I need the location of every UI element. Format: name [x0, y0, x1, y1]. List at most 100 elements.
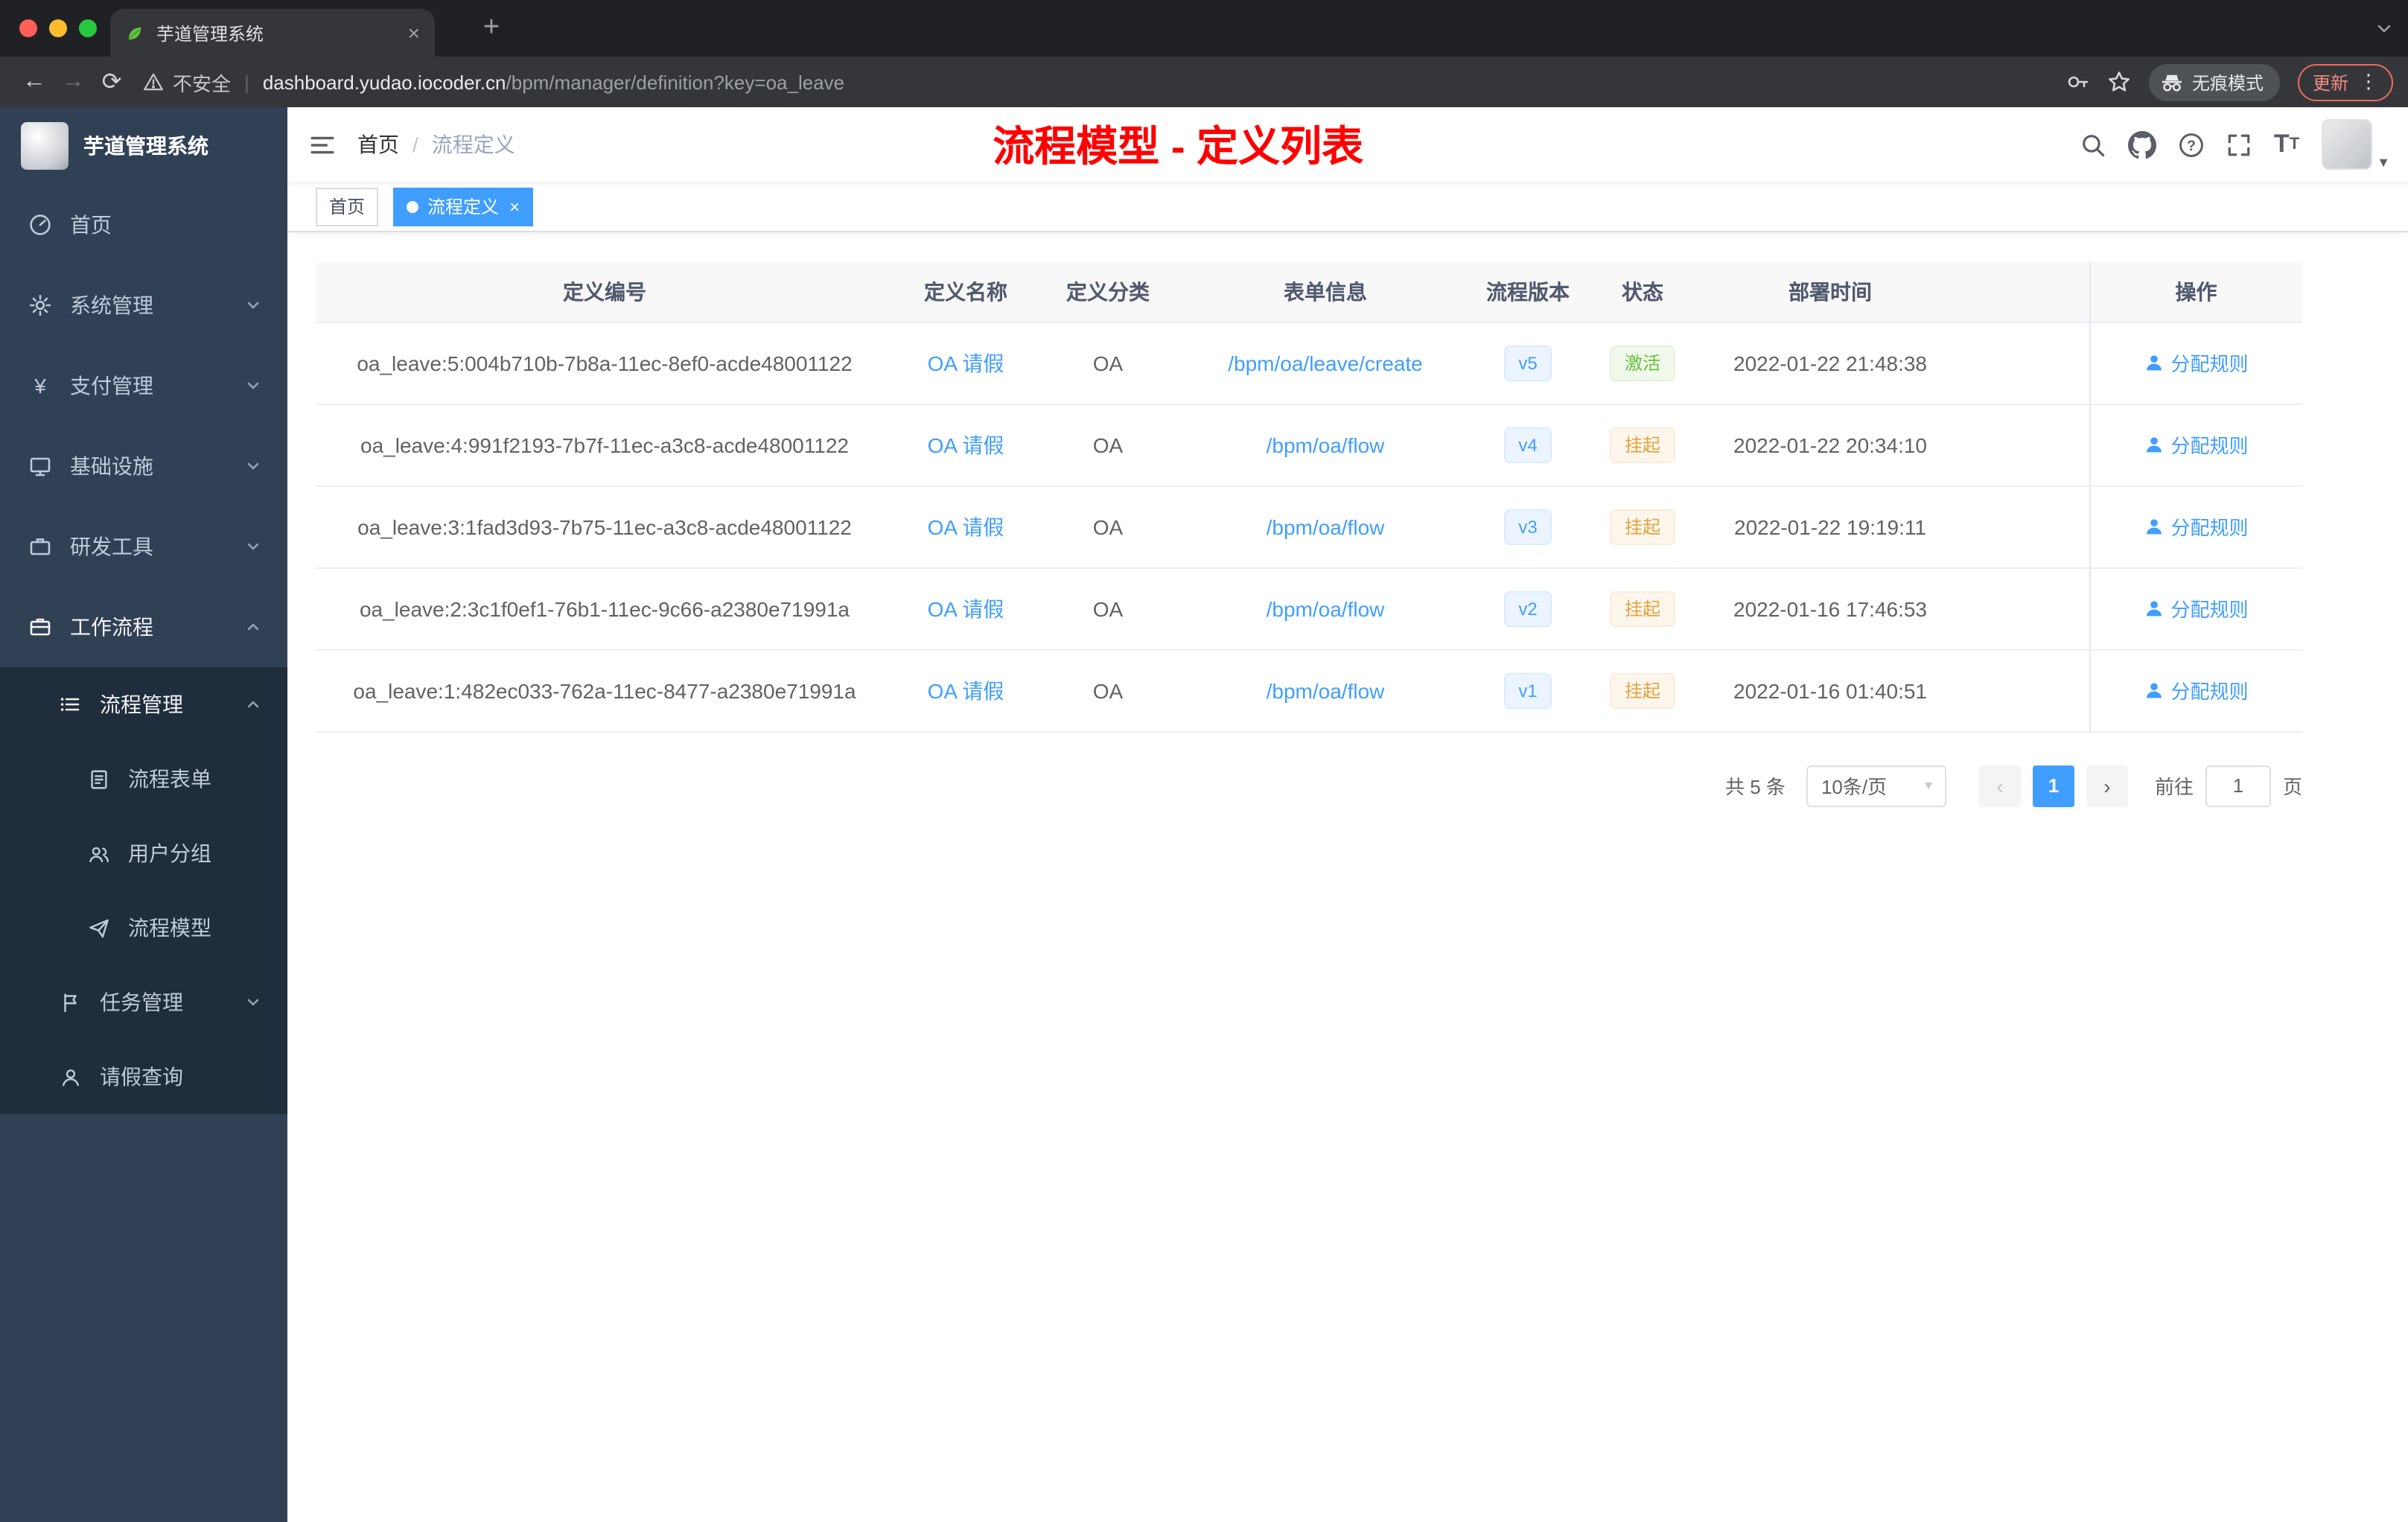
fullscreen-icon[interactable]	[2226, 132, 2252, 157]
goto-label: 前往	[2154, 776, 2194, 798]
tab-title: 芋道管理系统	[156, 23, 264, 44]
assign-rule-link[interactable]: 分配规则	[2144, 512, 2249, 541]
new-tab-button[interactable]: +	[474, 10, 509, 46]
sidebar-item-payment-management[interactable]: ¥ 支付管理	[0, 346, 287, 426]
sidebar-item-label: 流程模型	[128, 916, 211, 940]
chevron-up-icon	[246, 697, 261, 712]
sidebar-item-label: 流程管理	[100, 692, 183, 716]
yen-icon: ¥	[34, 374, 46, 398]
row-spacer	[1958, 649, 2089, 732]
tag-process-definition[interactable]: 流程定义 ×	[393, 187, 534, 226]
definition-name-link[interactable]: OA 请假	[928, 596, 1004, 620]
assign-rule-link[interactable]: 分配规则	[2144, 594, 2249, 623]
sidebar-item-process-management[interactable]: 流程管理	[0, 667, 287, 742]
update-label: 更新	[2312, 72, 2348, 93]
prev-page-button[interactable]: ‹	[1978, 765, 2021, 806]
avatar[interactable]	[2322, 119, 2373, 170]
page-goto-input[interactable]	[2205, 765, 2271, 806]
sidebar-item-label: 基础设施	[70, 454, 153, 478]
maximize-window-button[interactable]	[79, 19, 97, 37]
sidebar-collapse-icon[interactable]	[287, 132, 357, 157]
bookmark-star-icon[interactable]	[2107, 70, 2131, 94]
github-icon[interactable]	[2127, 130, 2156, 159]
sidebar-item-process-form[interactable]: 流程表单	[0, 742, 287, 816]
svg-text:?: ?	[2187, 138, 2196, 153]
main-area: 首页 / 流程定义 流程模型 - 定义列表 ? TT ▼ 首页 流程定义 × 定…	[287, 107, 2408, 1522]
select-chevron-down-icon: ▼	[1923, 779, 1934, 792]
user-icon	[2146, 519, 2162, 535]
sidebar-logo-row[interactable]: 芋道管理系统	[0, 107, 287, 185]
tag-label: 流程定义	[427, 197, 500, 217]
page-size-select[interactable]: 10条/页 ▼	[1806, 765, 1946, 806]
security-indicator[interactable]: 不安全	[143, 68, 231, 96]
font-size-icon[interactable]: TT	[2274, 130, 2299, 159]
search-icon[interactable]	[2080, 132, 2106, 157]
chevron-down-icon	[246, 539, 261, 554]
definition-name-link[interactable]: OA 请假	[928, 351, 1004, 375]
assign-rule-link[interactable]: 分配规则	[2144, 676, 2249, 704]
form-link[interactable]: /bpm/oa/flow	[1267, 678, 1385, 702]
minimize-window-button[interactable]	[49, 19, 67, 37]
sidebar-item-dev-tools[interactable]: 研发工具	[0, 506, 287, 587]
page-content: 定义编号 定义名称 定义分类 表单信息 流程版本 状态 部署时间 操作 oa_l…	[287, 232, 2408, 1522]
sidebar-item-label: 支付管理	[70, 374, 153, 398]
chevron-down-icon	[246, 298, 261, 313]
definition-name-link[interactable]: OA 请假	[928, 678, 1004, 702]
back-button[interactable]: ←	[15, 63, 54, 101]
sidebar-item-label: 研发工具	[70, 535, 153, 558]
sidebar-item-label: 用户分组	[128, 841, 211, 865]
column-header: 定义名称	[894, 262, 1038, 322]
pagination: 共 5 条 10条/页 ▼ ‹ 1 › 前往 页	[316, 765, 2302, 806]
password-key-icon[interactable]	[2065, 70, 2089, 94]
column-header: 状态	[1583, 262, 1702, 322]
sidebar-item-process-model[interactable]: 流程模型	[0, 891, 287, 965]
tag-home[interactable]: 首页	[316, 187, 379, 226]
table-row: oa_leave:1:482ec033-762a-11ec-8477-a2380…	[316, 649, 2302, 732]
browser-tab[interactable]: 芋道管理系统 ×	[110, 9, 435, 57]
browser-update-button[interactable]: 更新 ⋮	[2297, 63, 2393, 101]
users-icon	[85, 842, 112, 865]
sidebar-item-home[interactable]: 首页	[0, 185, 287, 265]
user-icon	[2146, 355, 2162, 371]
address-bar[interactable]: dashboard.yudao.iocoder.cn/bpm/manager/d…	[263, 71, 2051, 93]
sidebar-item-system-management[interactable]: 系统管理	[0, 265, 287, 346]
chevron-up-icon	[246, 620, 261, 634]
status-badge: 挂起	[1609, 509, 1675, 544]
breadcrumb-home[interactable]: 首页	[357, 130, 399, 159]
row-spacer	[1958, 322, 2089, 404]
tab-overflow-chevron-icon[interactable]	[2375, 19, 2393, 37]
sidebar-item-workflow[interactable]: 工作流程	[0, 587, 287, 667]
form-link[interactable]: /bpm/oa/leave/create	[1228, 351, 1423, 375]
form-link[interactable]: /bpm/oa/flow	[1267, 433, 1385, 456]
sidebar-item-infrastructure[interactable]: 基础设施	[0, 426, 287, 506]
version-badge: v4	[1503, 427, 1552, 462]
assign-rule-link[interactable]: 分配规则	[2144, 348, 2249, 377]
reload-button[interactable]: ⟳	[92, 63, 131, 101]
browser-menu-kebab-icon[interactable]: ⋮	[2359, 70, 2378, 94]
deploy-time: 2022-01-22 19:19:11	[1702, 485, 1958, 568]
definition-name-link[interactable]: OA 请假	[928, 515, 1004, 538]
column-header: 定义分类	[1038, 262, 1178, 322]
page-number-button[interactable]: 1	[2032, 765, 2074, 806]
dashboard-icon	[27, 213, 54, 237]
row-spacer	[1958, 567, 2089, 650]
sidebar-item-leave-query[interactable]: 请假查询	[0, 1039, 287, 1114]
form-link[interactable]: /bpm/oa/flow	[1267, 596, 1385, 620]
forward-button[interactable]: →	[54, 63, 92, 101]
assign-rule-link[interactable]: 分配规则	[2144, 430, 2249, 459]
user-avatar-wrap[interactable]: ▼	[2322, 119, 2390, 170]
definition-name-link[interactable]: OA 请假	[928, 433, 1004, 456]
close-window-button[interactable]	[19, 19, 37, 37]
incognito-badge: 无痕模式	[2148, 63, 2280, 101]
tag-close-icon[interactable]: ×	[509, 197, 520, 215]
form-link[interactable]: /bpm/oa/flow	[1267, 515, 1385, 538]
sidebar-item-task-management[interactable]: 任务管理	[0, 965, 287, 1039]
pagination-total: 共 5 条	[1725, 776, 1786, 798]
next-page-button[interactable]: ›	[2086, 765, 2128, 806]
sidebar-item-user-group[interactable]: 用户分组	[0, 816, 287, 891]
table-header-row: 定义编号 定义名称 定义分类 表单信息 流程版本 状态 部署时间 操作	[316, 262, 2302, 322]
sidebar-item-label: 流程表单	[128, 767, 211, 791]
definition-id: oa_leave:4:991f2193-7b7f-11ec-a3c8-acde4…	[316, 404, 894, 486]
close-tab-icon[interactable]: ×	[408, 22, 420, 43]
help-icon[interactable]: ?	[2179, 132, 2204, 157]
